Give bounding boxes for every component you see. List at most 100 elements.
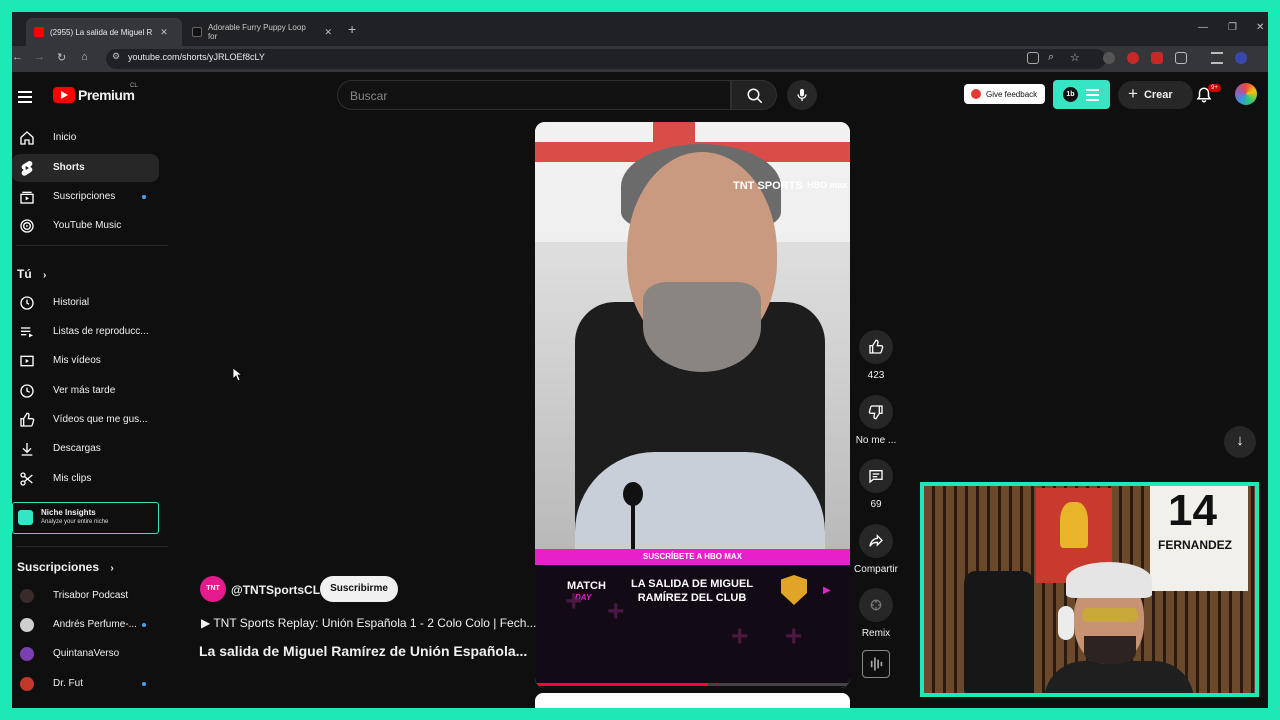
- sidebar-item-mis-clips[interactable]: Mis clips: [12, 465, 159, 493]
- tab-inactive[interactable]: Adorable Furry Puppy Loop for ✕: [184, 18, 340, 46]
- chevron-right-icon: ›: [110, 563, 114, 574]
- forward-icon[interactable]: →: [34, 51, 45, 63]
- sidebar-sub-quintanaverso[interactable]: QuintanaVerso: [12, 640, 159, 668]
- shorts-video-player[interactable]: TNT SPORTS HBO max SUSCRÍBETE A HBO MAX …: [535, 122, 850, 688]
- new-tab-icon[interactable]: +: [348, 21, 356, 37]
- sidebar-item-label: Suscripciones: [53, 191, 116, 202]
- video-progress-bar[interactable]: [535, 683, 850, 686]
- sidebar-item-shorts[interactable]: Shorts: [12, 154, 159, 182]
- channel-avatar: [20, 589, 34, 603]
- extension-icon[interactable]: [1151, 52, 1163, 64]
- create-label: Crear: [1143, 89, 1173, 101]
- sidebar-item-label: Mis vídeos: [53, 355, 101, 366]
- search-input[interactable]: Buscar: [337, 80, 731, 110]
- tab-label: (2955) La salida de Miguel R: [50, 27, 153, 37]
- progress-fill: [535, 683, 709, 686]
- youtube-logo[interactable]: Premium: [53, 87, 135, 103]
- music-icon: [20, 219, 34, 233]
- sidebar-item-inicio[interactable]: Inicio: [12, 124, 159, 152]
- logo-text: Premium: [78, 87, 135, 103]
- sound-button[interactable]: [862, 650, 890, 678]
- sidebar-item-suscripciones[interactable]: Suscripciones: [12, 183, 159, 211]
- hbo-max-logo: HBO max: [807, 180, 848, 190]
- chevron-right-icon: ›: [43, 270, 47, 281]
- club-crest-icon: [781, 575, 807, 605]
- sidebar-item-descargas[interactable]: Descargas: [12, 435, 159, 463]
- share-action[interactable]: Compartir: [854, 524, 898, 575]
- media-controls-icon[interactable]: [1211, 52, 1223, 64]
- channel-avatar[interactable]: TNT: [200, 576, 226, 602]
- give-feedback-button[interactable]: Give feedback: [964, 84, 1045, 104]
- browser-toolbar: ← → ↻ ⌂ ⚙ youtube.com/shorts/yJRLOEf8cLY…: [12, 46, 1268, 72]
- remix-label: Remix: [861, 628, 891, 639]
- channel-name[interactable]: @TNTSportsCL: [231, 583, 320, 597]
- sidebar-item-ver-mas-tarde[interactable]: Ver más tarde: [12, 377, 159, 405]
- sidebar-item-playlists[interactable]: Listas de reproducc...: [12, 318, 159, 346]
- share-button[interactable]: [859, 524, 893, 558]
- sidebar-item-liked-videos[interactable]: Vídeos que me gus...: [12, 406, 159, 434]
- sidebar-sub-trisabor[interactable]: Trisabor Podcast: [12, 582, 159, 610]
- install-icon[interactable]: [1027, 52, 1039, 64]
- sidebar-item-label: Trisabor Podcast: [53, 590, 129, 601]
- site-info-icon[interactable]: ⚙: [112, 51, 120, 62]
- sidebar-item-label: Vídeos que me gus...: [53, 414, 148, 425]
- minimize-icon[interactable]: —: [1198, 22, 1208, 33]
- extension-icon[interactable]: [1103, 52, 1115, 64]
- extension-menu-button[interactable]: 1b: [1053, 80, 1110, 109]
- close-tab-icon[interactable]: ✕: [324, 27, 332, 38]
- next-short-preview[interactable]: [535, 693, 850, 708]
- tab-active[interactable]: (2955) La salida de Miguel R ✕: [26, 18, 182, 46]
- webcam-overlay: 14 FERNANDEZ: [920, 482, 1259, 697]
- account-avatar[interactable]: [1235, 83, 1257, 105]
- close-window-icon[interactable]: ✕: [1256, 22, 1264, 33]
- extensions-puzzle-icon[interactable]: [1175, 52, 1187, 64]
- search-button[interactable]: [731, 80, 777, 110]
- sidebar-section-you[interactable]: Tú ›: [17, 267, 46, 281]
- subscribe-button[interactable]: Suscribirme: [320, 576, 398, 602]
- create-button[interactable]: + Crear: [1118, 81, 1193, 109]
- profile-icon[interactable]: [1235, 52, 1247, 64]
- dislike-label: No me ...: [855, 435, 897, 446]
- close-tab-icon[interactable]: ✕: [160, 27, 168, 38]
- sidebar-section-subscriptions[interactable]: Suscripciones ›: [17, 560, 114, 574]
- search-placeholder: Buscar: [350, 89, 388, 103]
- back-icon[interactable]: ←: [12, 51, 23, 63]
- bookmark-star-icon[interactable]: ☆: [1070, 51, 1080, 64]
- next-short-button[interactable]: ↓: [1224, 426, 1256, 458]
- comments-button[interactable]: [859, 459, 893, 493]
- restore-icon[interactable]: ❐: [1228, 22, 1237, 33]
- tab-label: Adorable Furry Puppy Loop for: [207, 23, 306, 41]
- remix-action[interactable]: Remix: [859, 588, 893, 639]
- sidebar-divider: [16, 245, 168, 246]
- my-videos-icon: [20, 355, 34, 367]
- tnt-sports-logo: TNT SPORTS: [733, 180, 803, 192]
- voice-search-button[interactable]: [787, 80, 817, 110]
- dislike-button[interactable]: [859, 395, 893, 429]
- remix-button[interactable]: [859, 588, 893, 622]
- browser-tabbar: (2955) La salida de Miguel R ✕ Adorable …: [12, 12, 1268, 46]
- sidebar-sub-andres[interactable]: Andrés Perfume-...: [12, 611, 159, 639]
- sidebar-item-mis-videos[interactable]: Mis vídeos: [12, 347, 159, 375]
- like-button[interactable]: [859, 330, 893, 364]
- video-overlay-title: LA SALIDA DE MIGUEL RAMÍREZ DEL CLUB: [630, 578, 753, 604]
- short-title[interactable]: La salida de Miguel Ramírez de Unión Esp…: [199, 643, 527, 659]
- sidebar-item-label: Historial: [53, 297, 90, 308]
- zoom-icon[interactable]: ⌕: [1048, 51, 1054, 64]
- sidebar-item-label: Descargas: [53, 443, 101, 454]
- extension-icon[interactable]: [1127, 52, 1139, 64]
- sidebar-item-historial[interactable]: Historial: [12, 289, 159, 317]
- sidebar-item-label: Dr. Fut: [53, 678, 84, 689]
- reload-icon[interactable]: ↻: [57, 51, 66, 64]
- niche-insights-button[interactable]: Niche Insights Analyze your entire niche: [12, 502, 159, 534]
- related-video-link[interactable]: ▶ TNT Sports Replay: Unión Española 1 - …: [201, 616, 536, 630]
- sidebar-item-youtube-music[interactable]: YouTube Music: [12, 212, 159, 240]
- youtube-favicon-icon: [34, 27, 44, 37]
- comments-action[interactable]: 69: [859, 459, 893, 510]
- sidebar-sub-drfut[interactable]: Dr. Fut: [12, 670, 159, 698]
- like-action[interactable]: 423: [859, 330, 893, 381]
- dislike-action[interactable]: No me ...: [856, 395, 896, 446]
- sidebar-item-label: Shorts: [53, 162, 85, 173]
- hamburger-menu-icon[interactable]: [18, 88, 32, 106]
- home-icon[interactable]: ⌂: [81, 51, 88, 63]
- section-heading: Tú: [17, 267, 32, 281]
